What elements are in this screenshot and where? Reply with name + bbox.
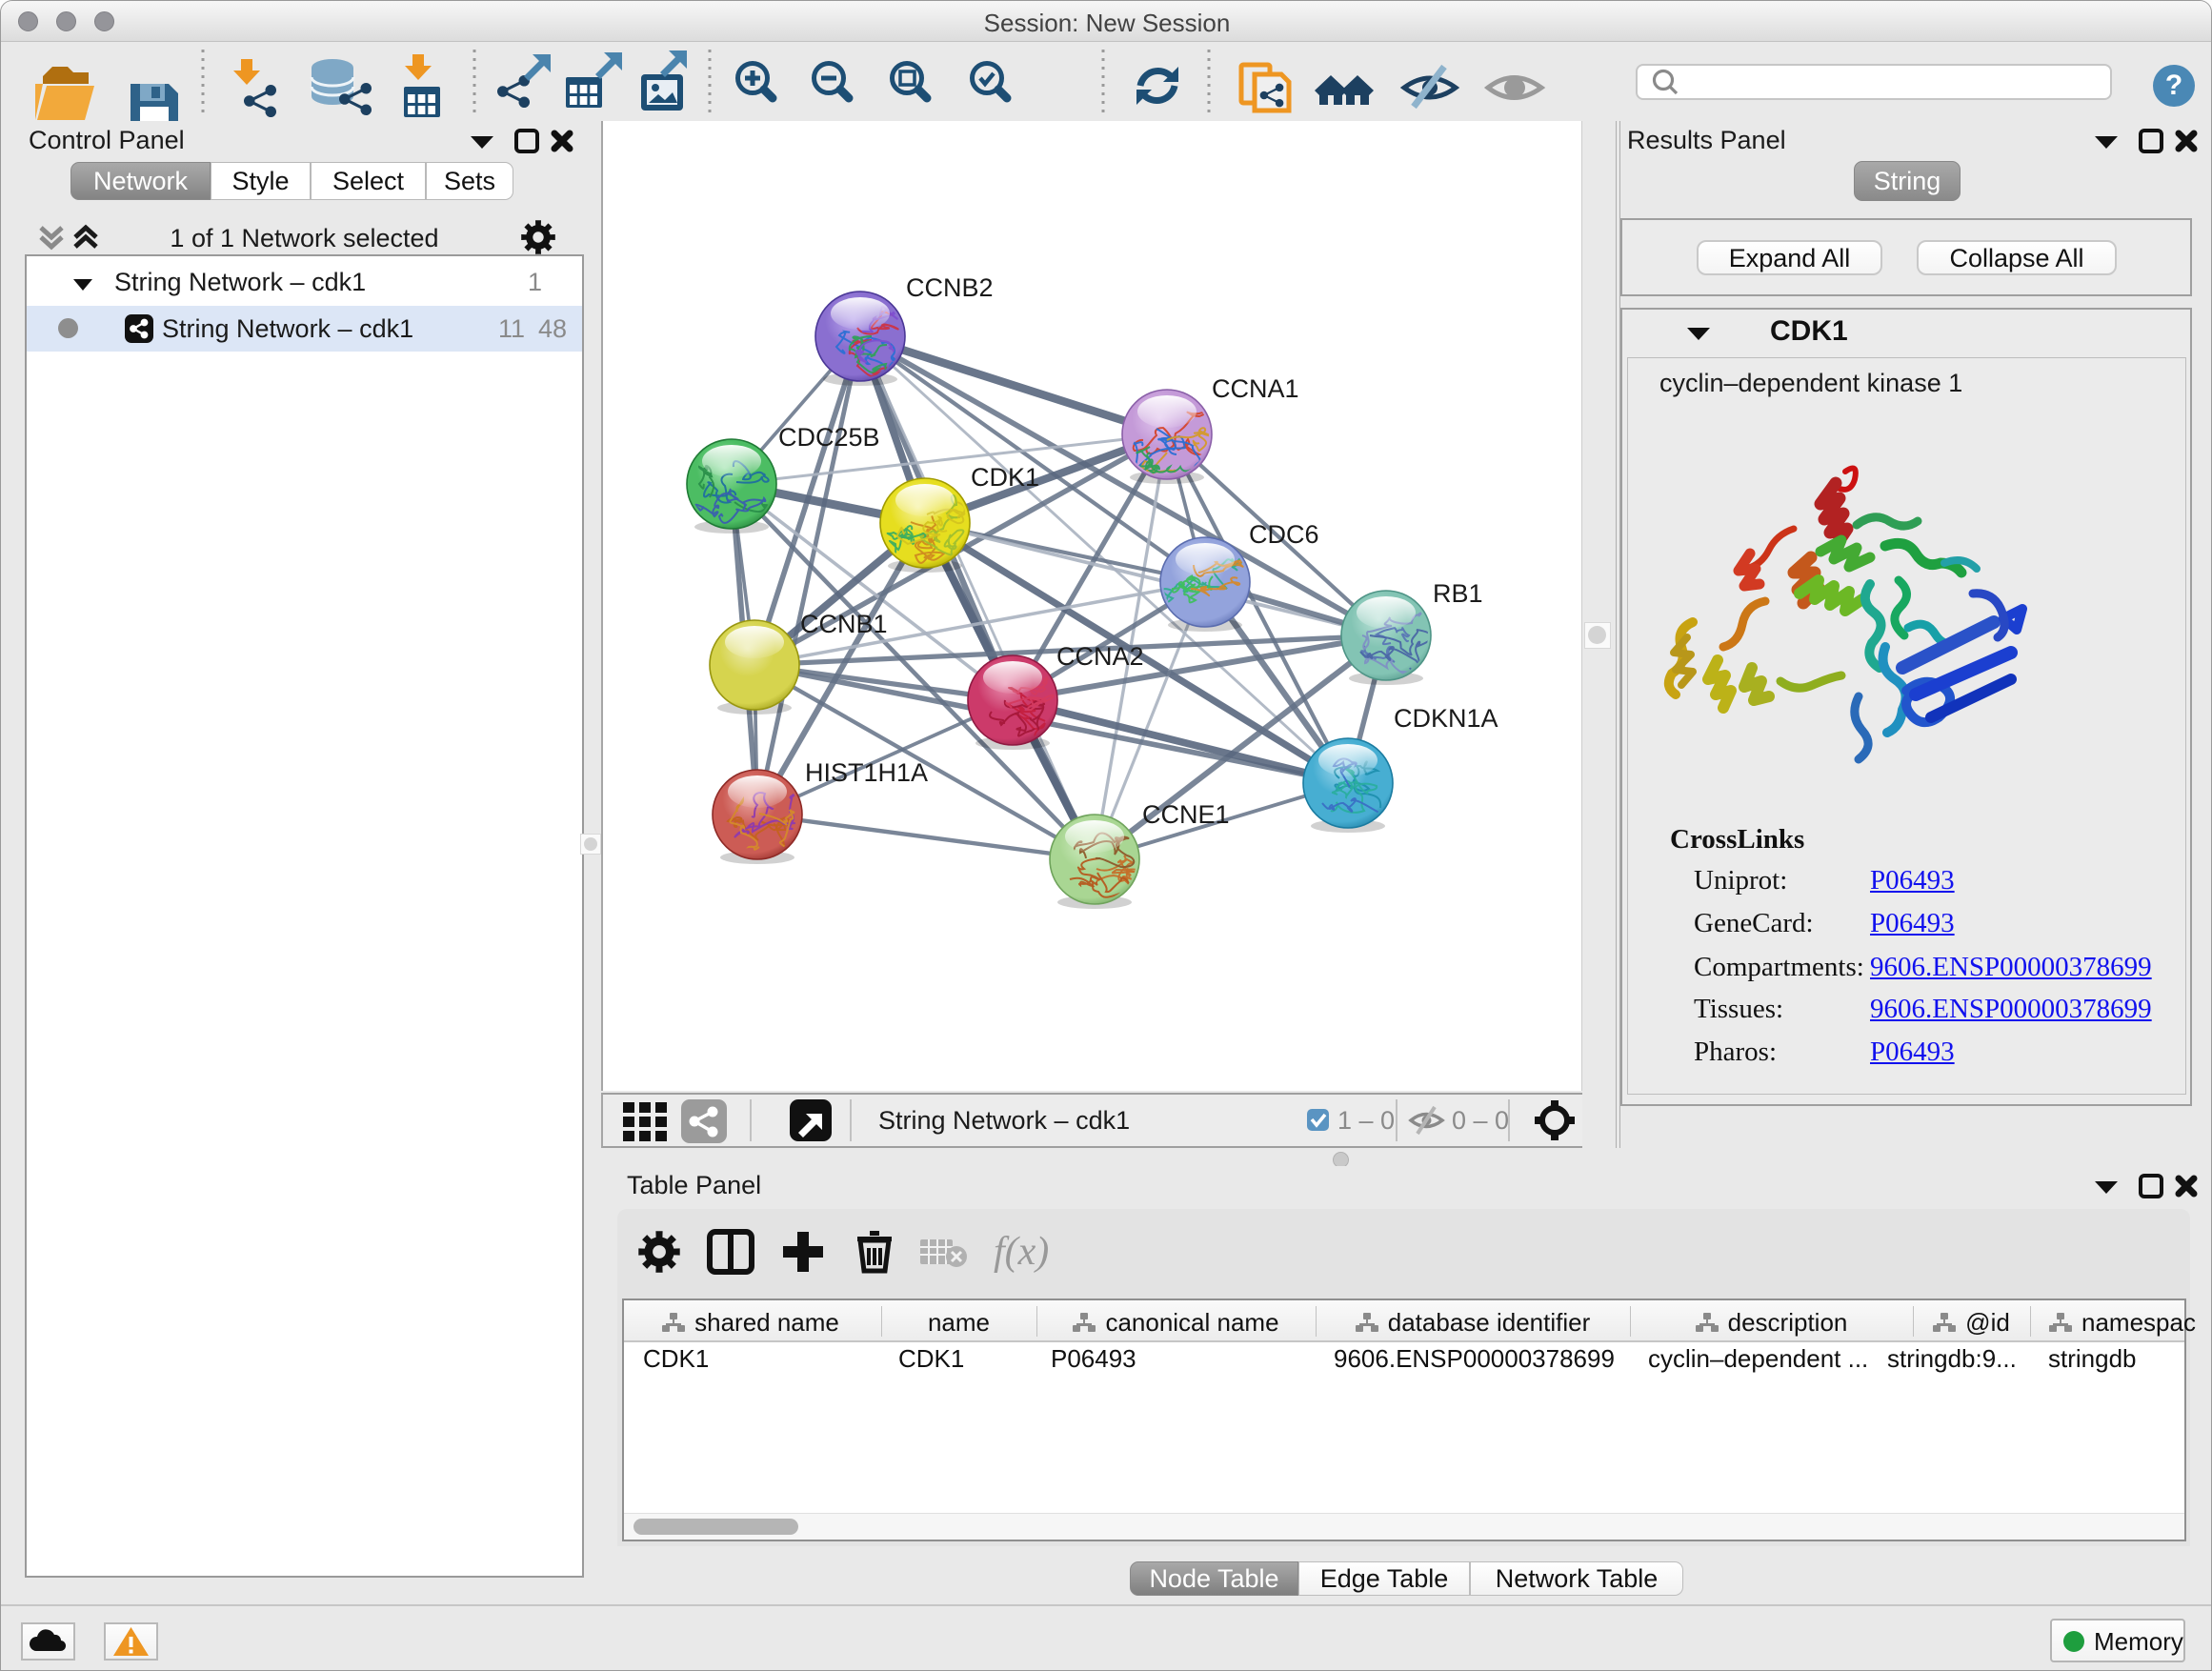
svg-text:CDKN1A: CDKN1A <box>1394 704 1498 733</box>
svg-text:0 – 0: 0 – 0 <box>1452 1106 1509 1135</box>
svg-text:CCNB1: CCNB1 <box>800 610 888 638</box>
svg-text:CDC25B: CDC25B <box>778 423 880 452</box>
svg-text:CDC6: CDC6 <box>1249 520 1319 549</box>
svg-text:CCNB2: CCNB2 <box>906 273 994 302</box>
svg-text:CDK1: CDK1 <box>971 463 1039 492</box>
svg-text:HIST1H1A: HIST1H1A <box>805 758 928 787</box>
svg-text:1 – 0: 1 – 0 <box>1337 1106 1395 1135</box>
svg-text:CCNA1: CCNA1 <box>1212 374 1299 403</box>
svg-text:RB1: RB1 <box>1433 579 1483 608</box>
svg-text:String Network – cdk1: String Network – cdk1 <box>878 1106 1130 1135</box>
svg-text:f(x): f(x) <box>994 1230 1049 1274</box>
svg-text:CCNA2: CCNA2 <box>1056 642 1144 671</box>
svg-text:CCNE1: CCNE1 <box>1142 800 1230 829</box>
